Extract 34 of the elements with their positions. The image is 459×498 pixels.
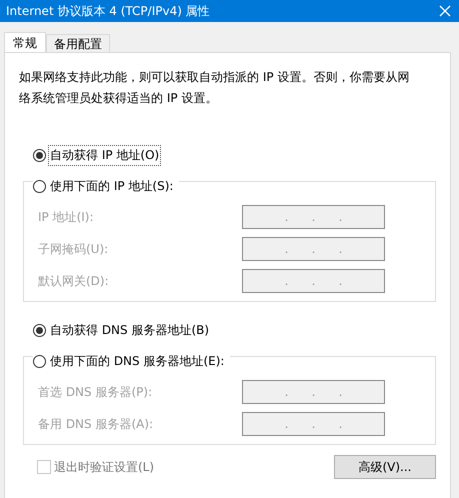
separator-dot: .	[284, 385, 288, 399]
separator-dot: .	[338, 417, 342, 431]
radio-label[interactable]: 使用下面的 DNS 服务器地址(E):	[48, 351, 226, 372]
separator-dot: .	[284, 274, 288, 288]
separator-dot: .	[338, 242, 342, 256]
radio-label[interactable]: 自动获得 IP 地址(O)	[48, 145, 162, 166]
close-icon[interactable]	[439, 5, 451, 17]
separator-dot: .	[312, 274, 316, 288]
tab[interactable]: 常规	[4, 32, 46, 52]
separator-dot: .	[284, 210, 288, 224]
field-label: 备用 DNS 服务器(A):	[38, 416, 154, 432]
separator-dot: .	[284, 242, 288, 256]
separator-dot: .	[312, 242, 316, 256]
radio-button[interactable]	[33, 149, 46, 162]
radio-button[interactable]	[33, 180, 46, 193]
field-label: 首选 DNS 服务器(P):	[38, 384, 152, 400]
radio-label[interactable]: 自动获得 DNS 服务器地址(B)	[48, 320, 212, 341]
radio-label[interactable]: 使用下面的 IP 地址(S):	[48, 176, 176, 197]
separator-dot: .	[338, 210, 342, 224]
field-label: IP 地址(I):	[38, 208, 94, 226]
radio-button[interactable]	[33, 355, 46, 368]
window-title: Internet 协议版本 4 (TCP/IPv4) 属性	[6, 2, 210, 20]
tab[interactable]: 备用配置	[46, 34, 110, 52]
separator-dot: .	[338, 385, 342, 399]
separator-dot: .	[312, 385, 316, 399]
advanced-button[interactable]: 高级(V)...	[334, 455, 436, 479]
description-text: 如果网络支持此功能，则可以获取自动指派的 IP 设置。否则，你需要从网络系统管理员处获得适当的 IP 设置。	[19, 69, 410, 107]
separator-dot: .	[284, 417, 288, 431]
radio-button[interactable]	[33, 324, 46, 337]
field-label: 默认网关(D):	[38, 272, 109, 290]
separator-dot: .	[312, 210, 316, 224]
separator-dot: .	[338, 274, 342, 288]
separator-dot: .	[312, 417, 316, 431]
field-label: 子网掩码(U):	[38, 240, 108, 258]
